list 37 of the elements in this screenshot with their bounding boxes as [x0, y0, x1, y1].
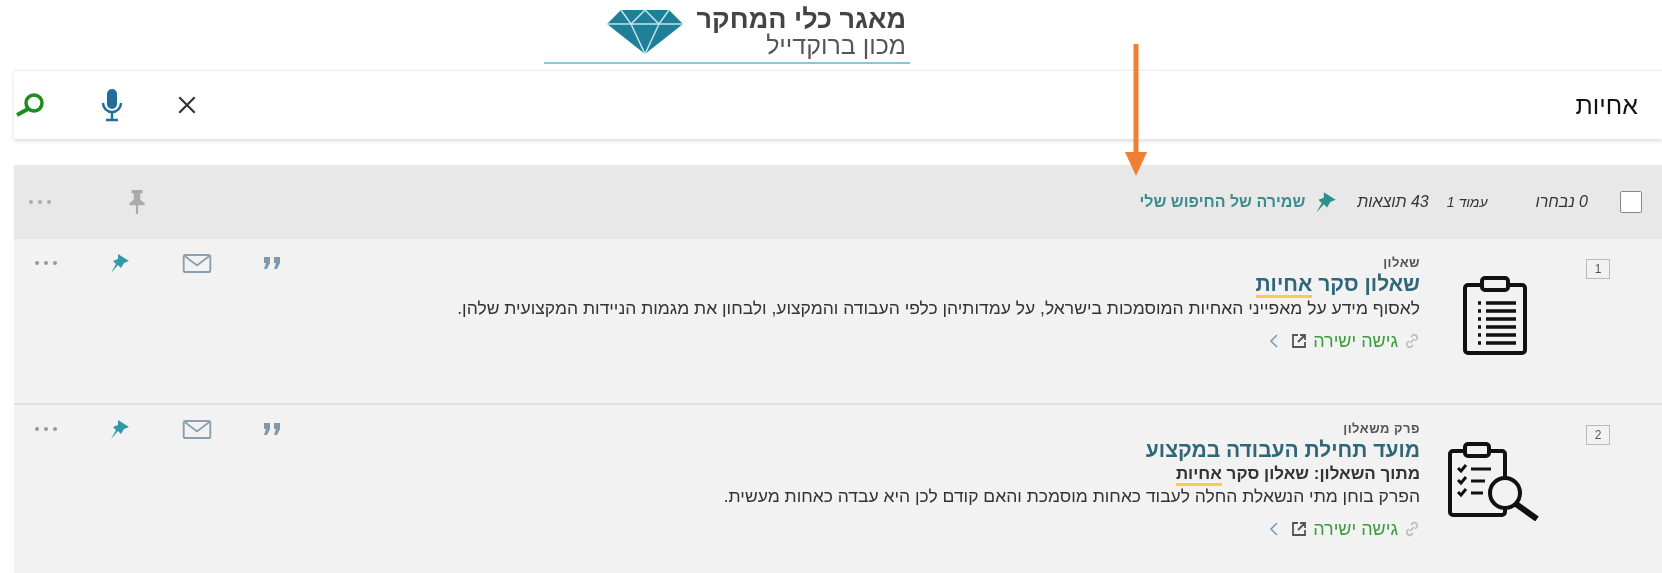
- quote-icon[interactable]: [262, 257, 282, 269]
- result-title-link[interactable]: שאלון סקר אחיות: [1255, 272, 1420, 296]
- more-icon[interactable]: [34, 426, 58, 432]
- result-title-link[interactable]: מועד תחילת העבודה במקצוע: [1145, 438, 1420, 462]
- clear-icon[interactable]: [176, 94, 198, 116]
- more-icon[interactable]: [34, 260, 58, 266]
- result-number: 2: [1586, 425, 1610, 445]
- result-number: 1: [1586, 259, 1610, 279]
- more-icon[interactable]: [28, 199, 52, 205]
- direct-access-link[interactable]: גישה ישירה: [1313, 330, 1398, 352]
- selected-count: 0 נבחרו: [1535, 193, 1588, 211]
- result-type: פרק משאלון: [1343, 421, 1420, 436]
- quote-icon[interactable]: [262, 423, 282, 435]
- result-description: לאסוף מידע על מאפייני האחיות המוסמכות בישראל, על עמדותיהן כלפי העבודה והמקצוע, ולבחון את מגמות הניידות המקצועית שלהן.: [457, 297, 1420, 320]
- link-icon: [1404, 333, 1420, 350]
- diamond-icon: [606, 10, 683, 54]
- clipboard-icon: [1460, 275, 1530, 355]
- link-icon: [1404, 521, 1420, 538]
- result-type: שאלון: [1383, 255, 1420, 270]
- save-search-link[interactable]: שמירה של החיפוש שלי: [1139, 193, 1306, 211]
- result-description: הפרק בוחן מתי הנשאלת החלה לעבוד כאחות מוסמכת והאם קודם לכן היא עבדה כאחות מעשית.: [723, 485, 1420, 508]
- mail-icon[interactable]: [182, 419, 212, 439]
- results-count: 43 תוצאות: [1357, 193, 1429, 211]
- direct-access-link[interactable]: גישה ישירה: [1313, 518, 1398, 540]
- pin-icon[interactable]: [128, 189, 146, 215]
- search-field[interactable]: אחיות: [1336, 89, 1640, 121]
- select-all-checkbox[interactable]: [1620, 191, 1642, 213]
- external-link-icon[interactable]: [1291, 521, 1308, 538]
- microphone-icon[interactable]: [100, 88, 124, 122]
- source-questionnaire: מתוך השאלון: שאלון סקר אחיות: [1175, 464, 1420, 484]
- chevron-icon[interactable]: [1269, 521, 1280, 538]
- page-number: עמוד 1: [1446, 194, 1488, 210]
- mail-icon[interactable]: [182, 253, 212, 273]
- logo-title: מאגר כלי המחקר: [696, 6, 906, 33]
- external-link-icon[interactable]: [1291, 333, 1308, 350]
- chevron-icon[interactable]: [1269, 333, 1280, 350]
- logo-subtitle: מכון ברוקדייל: [766, 33, 906, 58]
